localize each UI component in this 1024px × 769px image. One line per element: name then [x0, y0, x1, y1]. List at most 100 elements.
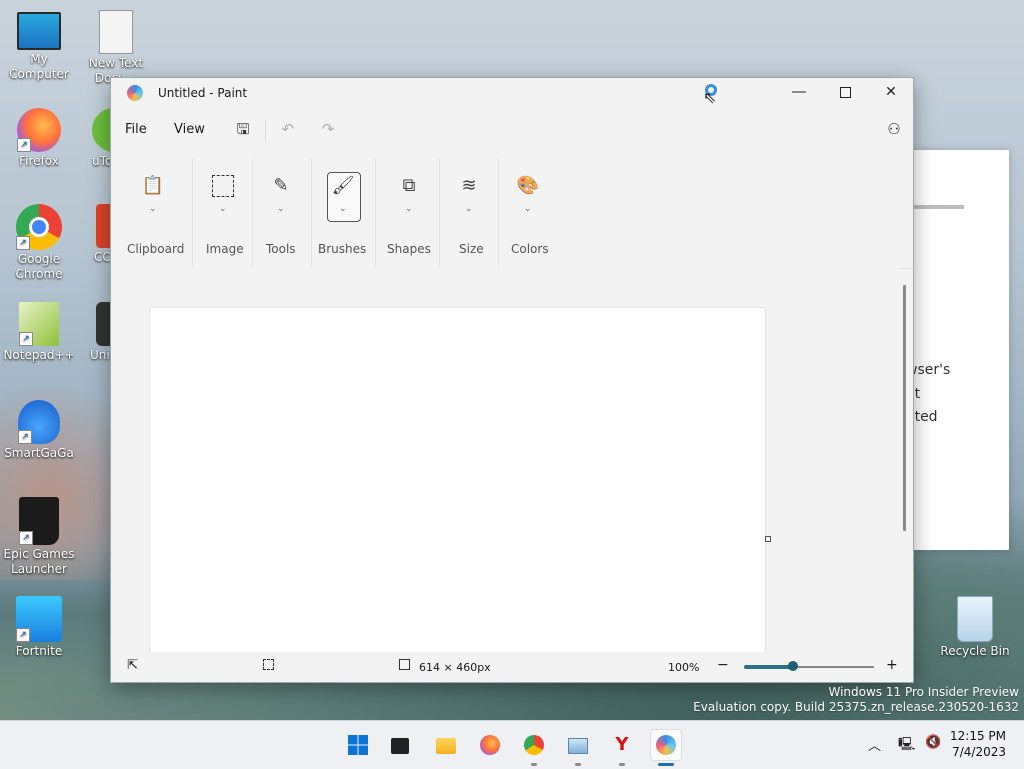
- shapes-icon: ⧉: [402, 175, 416, 196]
- shortcut-arrow-icon: ↗: [18, 430, 32, 444]
- desktop-icon-ccleaner[interactable]: CC...: [78, 204, 112, 265]
- desktop-icon-fortnite[interactable]: ↗ Fortnite: [1, 596, 77, 659]
- ribbon-group-image[interactable]: ⌄ Image: [195, 150, 249, 268]
- chevron-down-icon: ⌄: [339, 204, 347, 214]
- ribbon-group-label: Tools: [266, 242, 296, 256]
- desktop-icon-utorrent[interactable]: uTorr...: [78, 108, 112, 169]
- clock-time: 12:15 PM: [950, 729, 1006, 743]
- window-title: Untitled - Paint: [158, 86, 248, 100]
- ribbon-group-label: Shapes: [387, 242, 431, 256]
- ribbon-group-label: Colors: [511, 242, 549, 256]
- close-button[interactable]: ✕: [868, 78, 914, 108]
- running-indicator: [531, 763, 537, 766]
- system-clock[interactable]: 12:15 PM 7/4/2023: [950, 728, 1006, 760]
- paint-window: Untitled - Paint ⇖ ― ✕ File View 🖫 ↶ ↷ ⚇…: [110, 77, 914, 683]
- shortcut-arrow-icon: ↗: [19, 332, 33, 346]
- fortnite-icon: ↗: [16, 596, 62, 642]
- taskbar-app-y[interactable]: Y: [606, 729, 638, 766]
- menu-view[interactable]: View: [174, 122, 205, 137]
- menu-file[interactable]: File: [125, 122, 147, 137]
- pointer-position-icon: ⇱: [127, 658, 138, 673]
- zoom-out-button[interactable]: −: [717, 657, 729, 673]
- ribbon-group-clipboard[interactable]: 📋 ⌄ Clipboard: [121, 150, 185, 268]
- ribbon-separator: [192, 158, 193, 268]
- ribbon-group-tools[interactable]: ✎ ⌄ Tools: [255, 150, 307, 268]
- redo-icon[interactable]: ↷: [317, 118, 339, 140]
- taskbar-app-paint[interactable]: [650, 729, 682, 766]
- chevron-down-icon: ⌄: [465, 204, 473, 214]
- maximize-button[interactable]: [822, 78, 868, 108]
- vertical-scrollbar[interactable]: [903, 285, 906, 531]
- ribbon-group-brushes[interactable]: 🖌 ⌄ Brushes: [315, 150, 371, 268]
- firefox-icon: [480, 735, 500, 755]
- undo-icon[interactable]: ↶: [277, 118, 299, 140]
- ribbon-group-label: Brushes: [318, 242, 367, 256]
- desktop-icon-new-text-document[interactable]: New Text Docu...: [78, 10, 154, 86]
- taskbar-app-file-explorer[interactable]: [430, 729, 462, 761]
- tools-icon: ✎: [273, 175, 289, 196]
- chevron-down-icon: ⌄: [219, 204, 227, 214]
- desktop-icon-label: My Computer: [9, 52, 69, 81]
- ribbon-group-shapes[interactable]: ⧉ ⌄ Shapes: [379, 150, 439, 268]
- paint-icon: [656, 735, 676, 755]
- canvas-resize-handle[interactable]: [765, 536, 771, 542]
- ribbon-separator: [439, 158, 440, 268]
- zoom-percent[interactable]: 100%: [668, 661, 699, 674]
- background-window[interactable]: wser's et ated: [900, 150, 1009, 550]
- zoom-slider-fill: [744, 665, 794, 669]
- desktop-icon-label: Fortnite: [15, 644, 63, 658]
- firefox-icon: ↗: [17, 108, 61, 152]
- mouse-pointer-icon: ⇖: [703, 88, 717, 107]
- desktop-icon-label: Recycle Bin: [940, 644, 1010, 658]
- ribbon-group-size[interactable]: ≋ ⌄ Size: [443, 150, 495, 268]
- zoom-slider-thumb[interactable]: [788, 661, 799, 671]
- title-bar[interactable]: Untitled - Paint ⇖ ― ✕: [111, 78, 913, 108]
- canvas-area: [111, 268, 899, 652]
- desktop-icon-recycle-bin[interactable]: Recycle Bin: [937, 596, 1013, 659]
- account-icon[interactable]: ⚇: [883, 118, 905, 140]
- task-manager-icon: [568, 738, 588, 754]
- brush-icon: 🖌: [331, 175, 355, 196]
- desktop-icon-label: Epic Games Launcher: [3, 547, 75, 576]
- menu-bar: File View 🖫 ↶ ↷ ⚇: [111, 108, 913, 150]
- zoom-slider[interactable]: [744, 661, 874, 671]
- ribbon-group-label: Image: [206, 242, 244, 256]
- shortcut-arrow-icon: ↗: [17, 138, 31, 152]
- text-file-icon: [99, 10, 133, 54]
- minimize-button[interactable]: ―: [776, 78, 822, 108]
- desktop-icon-my-computer[interactable]: My Computer: [1, 10, 77, 82]
- desktop-icon-epic-games-launcher[interactable]: ↗ Epic Games Launcher: [1, 497, 77, 577]
- shortcut-arrow-icon: ↗: [16, 236, 30, 250]
- utorrent-icon: [92, 108, 112, 152]
- ribbon-group-colors[interactable]: 🎨 ⌄ Colors: [501, 150, 557, 268]
- desktop-icon-firefox[interactable]: ↗ Firefox: [1, 108, 77, 169]
- clipboard-icon: 📋: [141, 175, 165, 196]
- selection-icon: [208, 172, 238, 200]
- file-manager-icon: [391, 738, 409, 754]
- taskbar: Y ︿ 🖳 🔇 12:15 PM 7/4/2023: [0, 720, 1024, 769]
- save-icon[interactable]: 🖫: [232, 118, 254, 140]
- taskbar-app-file-manager[interactable]: [385, 729, 417, 761]
- toolbar-separator: [265, 120, 266, 142]
- taskbar-app-chrome[interactable]: [518, 729, 550, 766]
- start-button[interactable]: [342, 729, 374, 761]
- desktop-icon-label: Firefox: [19, 154, 59, 168]
- show-hidden-icons-chevron-icon[interactable]: ︿: [868, 735, 881, 754]
- desktop-icon-unity[interactable]: Uni...: [78, 302, 112, 363]
- volume-muted-icon[interactable]: 🔇: [925, 735, 941, 750]
- chevron-down-icon: ⌄: [405, 204, 413, 214]
- running-indicator: [575, 763, 581, 766]
- desktop-icon-smartgaga[interactable]: ↗ SmartGaGa: [1, 400, 77, 461]
- desktop-icon-notepad-plus-plus[interactable]: ↗ Notepad++: [1, 302, 77, 363]
- ribbon-separator: [375, 158, 376, 268]
- drawing-canvas[interactable]: [150, 308, 765, 652]
- taskbar-app-task-manager[interactable]: [562, 729, 594, 766]
- network-icon[interactable]: 🖳: [898, 735, 915, 757]
- start-icon: [348, 735, 368, 755]
- taskbar-app-firefox[interactable]: [474, 729, 506, 761]
- watermark-line: Evaluation copy. Build 25375.zn_release.…: [693, 700, 1019, 714]
- background-window-divider: [914, 205, 964, 209]
- zoom-in-button[interactable]: +: [886, 657, 898, 673]
- desktop-icon-google-chrome[interactable]: ↗ Google Chrome: [1, 204, 77, 282]
- shortcut-arrow-icon: ↗: [16, 628, 30, 642]
